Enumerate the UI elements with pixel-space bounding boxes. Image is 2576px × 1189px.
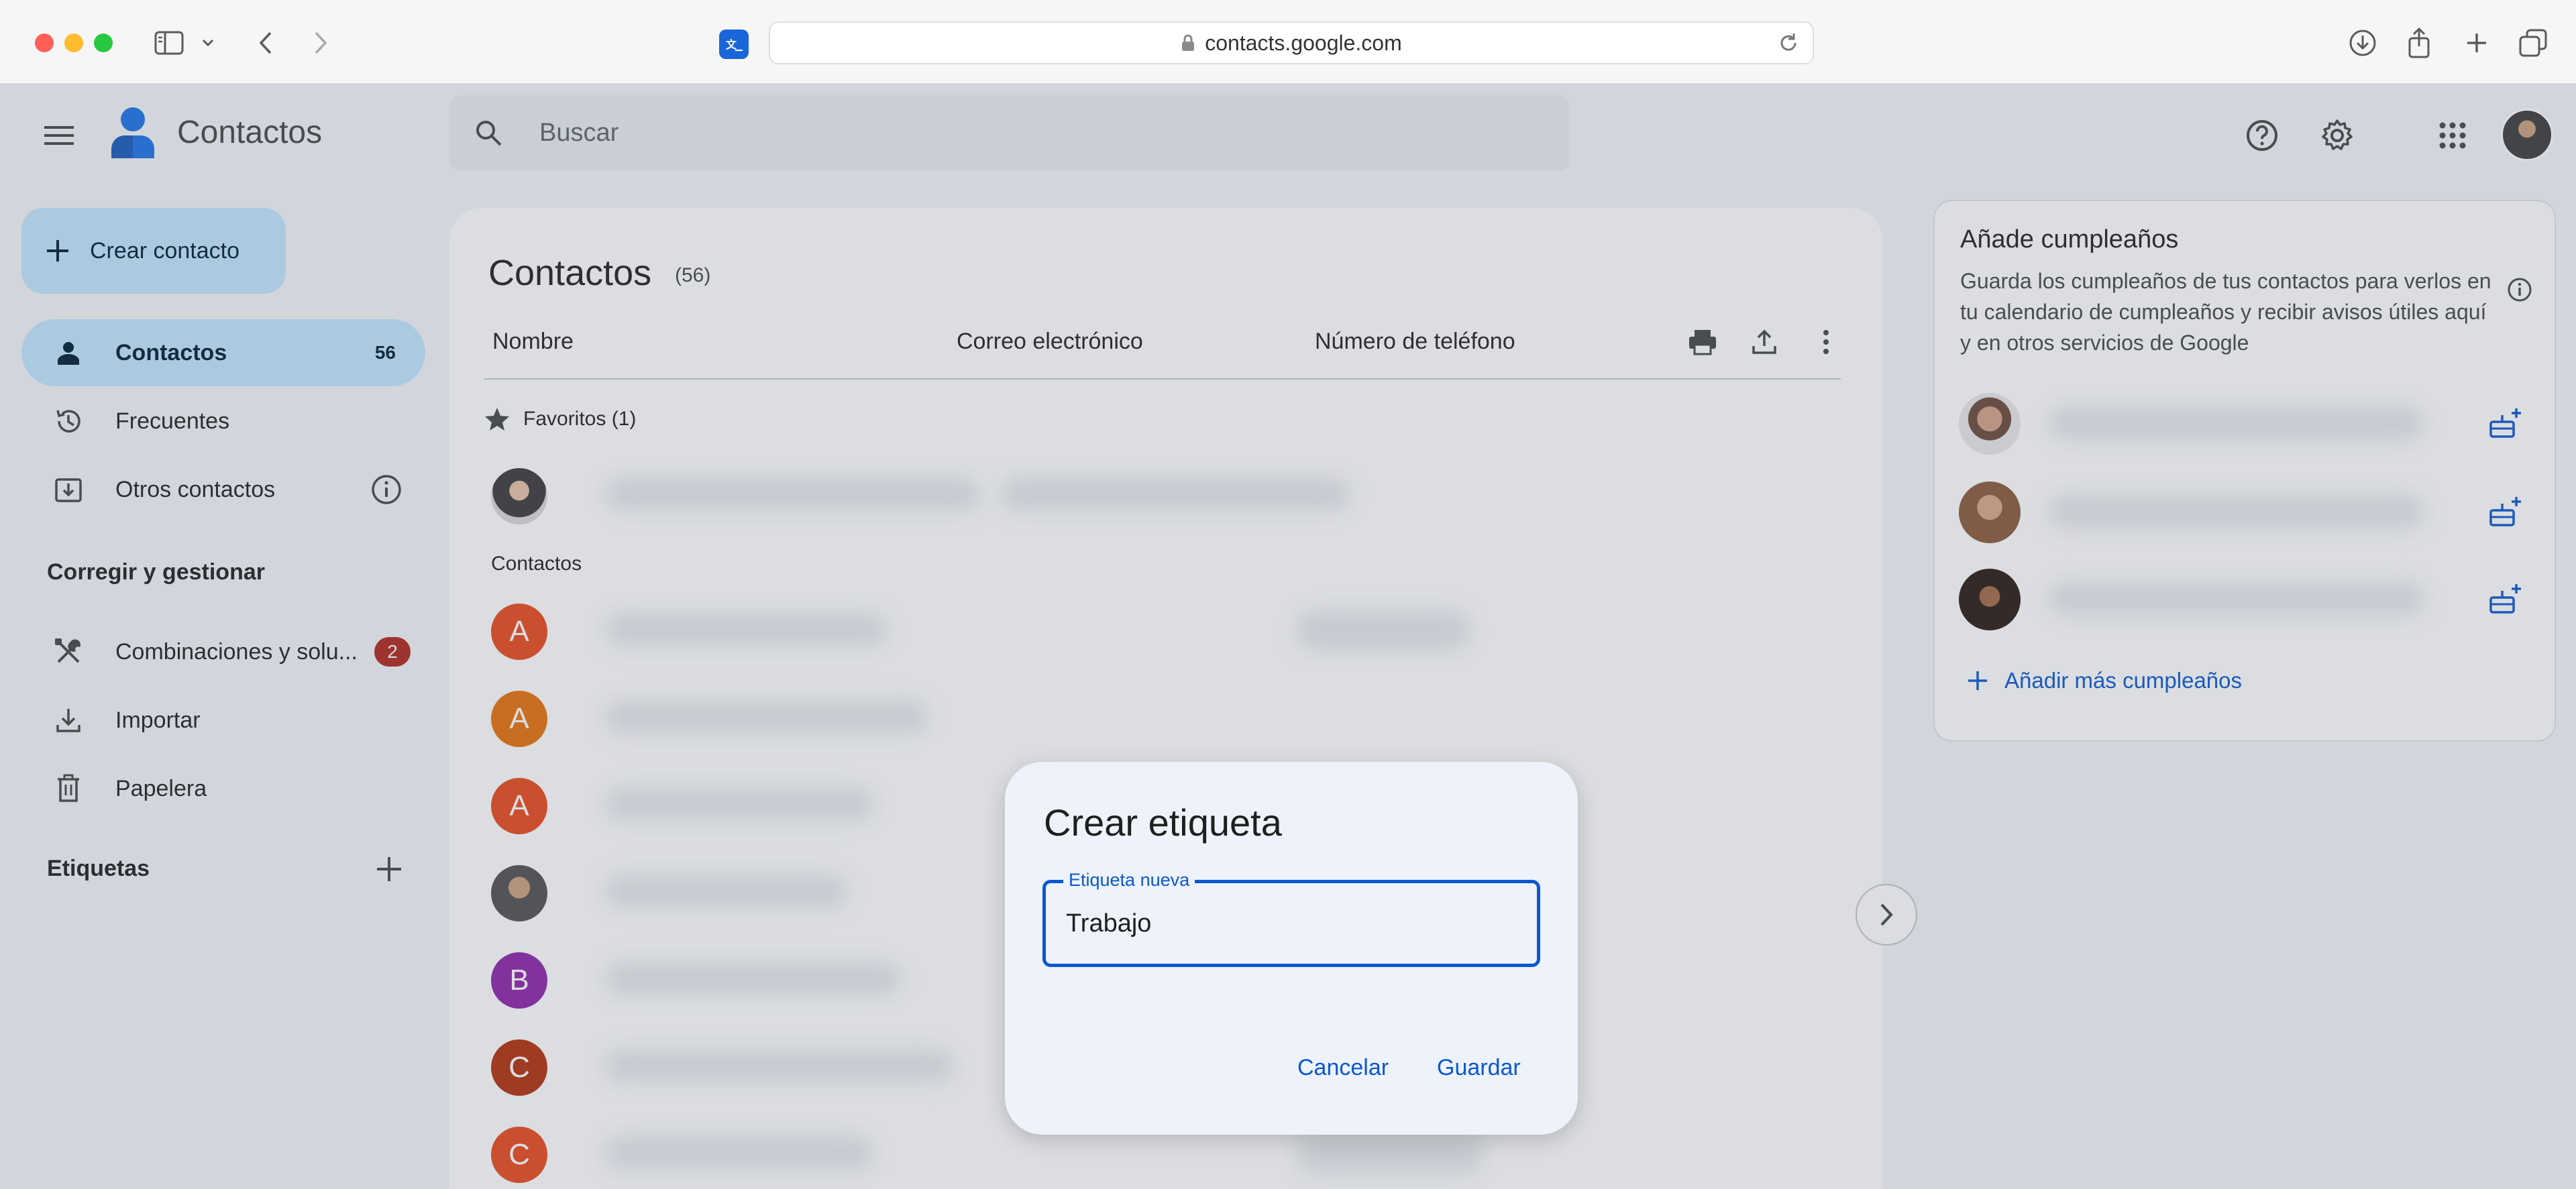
back-arrow-icon[interactable] — [247, 24, 284, 62]
new-label-input[interactable] — [1066, 905, 1509, 942]
cancel-button[interactable]: Cancelar — [1284, 1043, 1402, 1092]
lock-icon — [1181, 34, 1195, 52]
svg-text:文: 文 — [726, 38, 737, 51]
share-icon[interactable] — [2400, 24, 2438, 62]
create-label-dialog: Crear etiqueta Etiqueta nueva Cancelar G… — [1005, 762, 1578, 1135]
address-bar[interactable]: contacts.google.com — [769, 21, 1814, 64]
chevron-down-icon[interactable] — [196, 24, 220, 62]
forward-arrow-icon[interactable] — [302, 24, 339, 62]
sidebar-toggle-icon[interactable] — [150, 24, 188, 62]
url-text: contacts.google.com — [1205, 30, 1402, 55]
save-button[interactable]: Guardar — [1424, 1043, 1534, 1092]
new-label-field[interactable]: Etiqueta nueva — [1042, 870, 1540, 967]
downloads-icon[interactable] — [2344, 24, 2381, 62]
new-label-field-label: Etiqueta nueva — [1063, 870, 1195, 891]
fullscreen-window-button[interactable] — [94, 34, 113, 52]
browser-toolbar: 文 contacts.google.com — [0, 0, 2576, 84]
close-window-button[interactable] — [35, 34, 54, 52]
contacts-app: Contactos Crear contacto Contactos 56 Fr… — [0, 84, 2576, 1189]
reload-icon[interactable] — [1776, 31, 1801, 55]
dialog-title: Crear etiqueta — [1044, 801, 1282, 844]
tab-overview-icon[interactable] — [2514, 24, 2552, 62]
new-tab-icon[interactable] — [2458, 24, 2496, 62]
minimize-window-button[interactable] — [64, 34, 83, 52]
translate-icon[interactable]: 文 — [719, 30, 749, 59]
